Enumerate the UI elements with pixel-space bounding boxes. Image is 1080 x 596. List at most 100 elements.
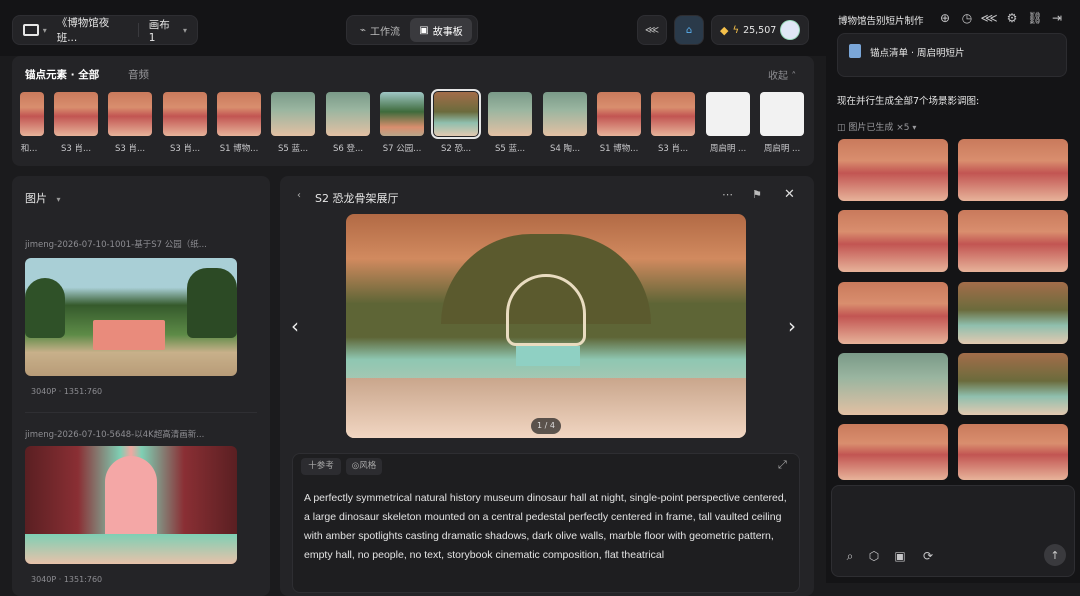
element-thumbnail[interactable]: [217, 92, 261, 136]
image-filename: jimeng-2026-07-10-5648-以4K超高清画新...: [25, 430, 205, 440]
generated-image[interactable]: [838, 424, 948, 480]
storyboard-icon: ▣: [419, 24, 429, 36]
credits-count: 25,507: [743, 24, 777, 36]
element-thumbnail[interactable]: [326, 92, 370, 136]
diamond-icon: ◆: [720, 23, 729, 37]
reference-chip[interactable]: 十参考: [301, 458, 341, 475]
prompt-text[interactable]: A perfectly symmetrical natural history …: [304, 489, 788, 573]
new-chat-icon[interactable]: ⊕: [935, 8, 955, 28]
panel-title[interactable]: 图片 ▾: [25, 190, 61, 206]
tab-all-elements[interactable]: 锚点元素 · 全部: [25, 67, 99, 82]
generated-image[interactable]: [838, 282, 948, 344]
close-icon[interactable]: ✕: [784, 187, 795, 202]
app-logo-icon: [23, 24, 39, 36]
link-icon[interactable]: ⛓: [1025, 8, 1045, 28]
back-icon[interactable]: ‹: [297, 190, 301, 201]
expand-icon[interactable]: ⤢: [778, 458, 787, 472]
element-thumbnail[interactable]: [380, 92, 424, 136]
generated-image[interactable]: [958, 424, 1068, 480]
cube-icon[interactable]: ⬡: [864, 546, 884, 566]
element-label: S5 蓝...: [277, 144, 309, 154]
project-switcher[interactable]: ▾ 《博物馆夜班... 画布 1 ▾: [12, 15, 198, 45]
element-label: 周启明 ...: [763, 144, 801, 154]
tab-workflow[interactable]: ⌁ 工作流: [350, 18, 410, 42]
chevron-down-icon: ▾: [42, 25, 47, 35]
dinosaur-skeleton: [506, 274, 586, 346]
credits-pill[interactable]: ◆ ϟ 25,507: [711, 15, 809, 45]
canvas-label: 画布 1: [148, 18, 170, 44]
generated-image[interactable]: [838, 139, 948, 201]
divider: [137, 23, 139, 37]
store-button[interactable]: ⌂: [674, 15, 704, 45]
image-card[interactable]: [25, 258, 237, 376]
image-icon[interactable]: ▣: [890, 546, 910, 566]
element-label: S3 肖...: [657, 144, 689, 154]
detail-title: S2 恐龙骨架展厅: [315, 192, 399, 205]
generated-image[interactable]: [838, 210, 948, 272]
mode-switch: ⌁ 工作流 ▣ 故事板: [346, 15, 478, 45]
generated-image[interactable]: [958, 282, 1068, 344]
element-label: S3 肖...: [169, 144, 201, 154]
workflow-icon: ⌁: [359, 24, 367, 36]
style-chip[interactable]: ◎风格: [346, 458, 382, 475]
send-button[interactable]: ↑: [1044, 544, 1066, 566]
element-thumbnail[interactable]: [54, 92, 98, 136]
element-label: S7 公园...: [382, 144, 422, 154]
avatar[interactable]: [780, 20, 800, 40]
element-thumbnail[interactable]: [651, 92, 695, 136]
document-icon: [849, 44, 861, 58]
chat-title: 博物馆告别短片制作: [838, 16, 924, 27]
element-label: S6 登...: [332, 144, 364, 154]
element-label: S2 恐...: [440, 144, 472, 154]
chevron-up-icon: ˄: [791, 71, 797, 82]
element-thumbnail[interactable]: [271, 92, 315, 136]
share-icon[interactable]: ⋘: [979, 8, 999, 28]
flag-icon[interactable]: ⚑: [752, 188, 762, 201]
element-thumbnail[interactable]: [488, 92, 532, 136]
element-thumb-partial[interactable]: [20, 92, 44, 136]
element-label: S3 肖...: [60, 144, 92, 154]
image-filename: jimeng-2026-07-10-1001-基于S7 公园（纸...: [25, 240, 207, 250]
settings-icon[interactable]: ⚙: [1002, 8, 1022, 28]
generated-image[interactable]: [958, 353, 1068, 415]
element-thumbnail[interactable]: [431, 89, 481, 139]
element-label: S3 肖...: [114, 144, 146, 154]
project-title: 《博物馆夜班...: [56, 17, 110, 44]
image-status[interactable]: ◫ 图片已生成 ×5 ▾: [837, 120, 916, 133]
chevron-down-icon: ▾: [912, 123, 917, 132]
generated-image[interactable]: [958, 210, 1068, 272]
generated-image[interactable]: [958, 139, 1068, 201]
pager-badge: 1 / 4: [531, 418, 561, 434]
collapse-button[interactable]: 收起 ˄: [768, 67, 796, 82]
element-label: S5 蓝...: [494, 144, 526, 154]
element-thumbnail[interactable]: [597, 92, 641, 136]
tab-audio[interactable]: 音频: [128, 67, 149, 82]
chat-message: 现在并行生成全部7个场景影调图:: [837, 96, 980, 107]
share-icon: ⋘: [644, 24, 660, 36]
chevron-down-icon: ▾: [56, 195, 61, 204]
tree-image: [25, 278, 65, 338]
element-thumbnail[interactable]: [706, 92, 750, 136]
prev-arrow-icon[interactable]: ‹: [291, 314, 299, 338]
arch-image: [105, 456, 157, 536]
attach-icon[interactable]: ⌕: [840, 546, 860, 566]
history-icon[interactable]: ◷: [957, 8, 977, 28]
share-button[interactable]: ⋘: [637, 15, 667, 45]
bench-image: [93, 320, 165, 350]
element-label: S1 博物...: [219, 144, 259, 154]
bolt-icon: ϟ: [732, 24, 740, 36]
element-thumbnail[interactable]: [543, 92, 587, 136]
next-arrow-icon[interactable]: ›: [788, 314, 796, 338]
collapse-panel-icon[interactable]: ⇥: [1047, 8, 1067, 28]
preview-image[interactable]: [346, 214, 746, 438]
store-icon: ⌂: [685, 24, 693, 36]
more-icon[interactable]: ⋯: [722, 188, 733, 201]
tree-image: [187, 268, 237, 338]
refresh-icon[interactable]: ⟳: [918, 546, 938, 566]
element-thumbnail[interactable]: [163, 92, 207, 136]
element-thumbnail[interactable]: [108, 92, 152, 136]
tab-storyboard[interactable]: ▣ 故事板: [410, 18, 472, 42]
generated-image[interactable]: [838, 353, 948, 415]
image-card[interactable]: [25, 446, 237, 564]
element-thumbnail[interactable]: [760, 92, 804, 136]
